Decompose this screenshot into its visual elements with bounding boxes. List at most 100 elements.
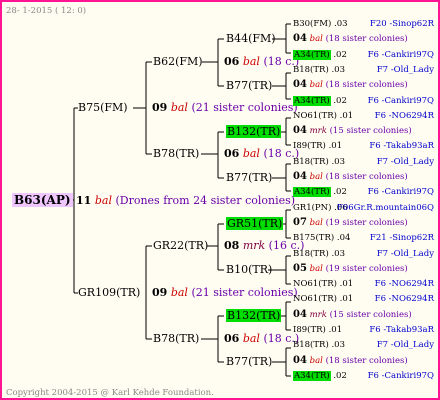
ancestor-id: I89(TR) bbox=[293, 141, 326, 152]
colony-note: (18 sister colonies) bbox=[325, 355, 408, 366]
parent-mark: bal bbox=[170, 286, 188, 299]
ancestor-location: F6 -Takab93aR bbox=[369, 141, 434, 152]
colony-info: 04 mrk (15 sister colonies) bbox=[293, 125, 412, 137]
colony-mark: bal bbox=[309, 172, 323, 182]
ancestor-node: NO61(TR) .01 F6 -NO6294R bbox=[293, 110, 434, 122]
colony-info: 04 bal (18 sister colonies) bbox=[293, 33, 408, 45]
ancestor-year: .02 bbox=[333, 187, 347, 198]
ggp-id: B44(FM) bbox=[226, 32, 276, 45]
parent-note: (21 sister colonies) bbox=[191, 101, 298, 114]
ancestor-location: F6 -NO6294R bbox=[374, 110, 434, 121]
ancestor-id: NO61(TR) bbox=[293, 294, 337, 305]
grandparent-node: B78(TR) bbox=[153, 148, 199, 160]
ggp-id: B10(TR) bbox=[226, 263, 273, 276]
ancestor-year: .03 bbox=[331, 340, 345, 351]
grandparent-mark: bal bbox=[242, 55, 260, 68]
ancestor-node: A34(TR) .02 F6 -Cankiri97Q bbox=[293, 95, 434, 107]
colony-note: (15 sister colonies) bbox=[329, 309, 412, 320]
ancestor-id: GR1(PN) bbox=[293, 202, 332, 213]
ggp-node: B10(TR) bbox=[226, 264, 272, 276]
ancestor-node: B18(TR) .03 F7 -Old_Lady bbox=[293, 339, 434, 351]
colony-year: 04 bbox=[293, 308, 307, 320]
ancestor-node: B175(TR) .04 F21 -Sinop62R bbox=[293, 232, 434, 244]
grandparent-year: 06 bbox=[224, 55, 240, 68]
ancestor-node: A34(TR) .02 F6 -Cankiri97Q bbox=[293, 49, 434, 61]
parent-year: 09 bbox=[152, 286, 168, 299]
ancestor-location: F6 -Takab93aR bbox=[369, 325, 434, 335]
parent-mark: bal bbox=[170, 101, 188, 114]
ancestor-node: NO61(TR) .01 F6 -NO6294R bbox=[293, 293, 434, 305]
grandparent-info: 06 bal (18 c.) bbox=[224, 56, 299, 68]
ancestor-id: I89(TR) bbox=[293, 325, 326, 335]
ggp-id: B132(TR) bbox=[226, 125, 282, 138]
grandparent-year: 06 bbox=[224, 332, 240, 345]
colony-mark: bal bbox=[309, 355, 323, 366]
colony-year: 05 bbox=[293, 262, 307, 274]
grandparent-id: B78(TR) bbox=[153, 332, 200, 345]
ancestor-location: F21 -Sinop62R bbox=[369, 233, 434, 244]
ggp-id: B77(TR) bbox=[226, 171, 273, 184]
ancestor-year: .01 bbox=[328, 325, 343, 335]
ancestor-location: F6 -Cankiri97Q bbox=[367, 370, 434, 381]
ancestor-node: I89(TR) .01 F6 -Takab93aR bbox=[293, 324, 434, 336]
ancestor-year: .03 bbox=[334, 19, 348, 29]
ancestor-location: F06Gr.R.mountain06Q bbox=[336, 202, 434, 213]
ancestor-year: .01 bbox=[328, 141, 343, 152]
ancestor-year: .03 bbox=[331, 64, 345, 75]
ancestor-id: B175(TR) bbox=[293, 233, 335, 244]
ancestor-id: A34(TR) bbox=[293, 95, 331, 106]
ancestor-id: NO61(TR) bbox=[293, 279, 337, 290]
grandparent-year: 08 bbox=[224, 239, 240, 252]
grandparent-mark: mrk bbox=[242, 239, 266, 252]
colony-mark: mrk bbox=[309, 309, 327, 320]
grandparent-node: B62(FM) bbox=[153, 56, 203, 68]
ancestor-node: NO61(TR) .01 F6 -NO6294R bbox=[293, 278, 434, 290]
root-year: 11 bbox=[76, 194, 92, 207]
colony-year: 04 bbox=[293, 79, 307, 91]
root-node: B63(AP) 11 bal (Drones from 24 sister co… bbox=[12, 193, 295, 207]
ancestor-id: B30(FM) bbox=[293, 19, 332, 29]
ancestor-year: .01 bbox=[339, 279, 354, 290]
ancestor-node: GR1(PN) .06 F06Gr.R.mountain06Q bbox=[293, 202, 434, 214]
colony-info: 05 bal (19 sister colonies) bbox=[293, 263, 408, 275]
colony-info: 04 bal (18 sister colonies) bbox=[293, 355, 408, 367]
grandparent-node: B78(TR) bbox=[153, 333, 199, 345]
ggp-node: B77(TR) bbox=[226, 80, 272, 92]
grandparent-year: 06 bbox=[224, 147, 240, 160]
colony-note: (19 sister colonies) bbox=[325, 217, 408, 228]
ancestor-location: F7 -Old_Lady bbox=[376, 248, 434, 259]
ancestor-node: A34(TR) .02 F6 -Cankiri97Q bbox=[293, 186, 434, 198]
ancestor-location: F20 -Sinop62R bbox=[369, 19, 434, 29]
ancestor-location: F6 -Cankiri97Q bbox=[367, 49, 434, 60]
ancestor-year: .02 bbox=[333, 95, 347, 106]
pedigree-frame: B63(AP) 11 bal (Drones from 24 sister co… bbox=[0, 0, 440, 400]
parent-node: B75(FM) bbox=[78, 102, 128, 114]
ancestor-location: F6 -NO6294R bbox=[374, 294, 434, 305]
parent-note: (21 sister colonies) bbox=[191, 286, 298, 299]
colony-note: (18 sister colonies) bbox=[325, 80, 408, 91]
ancestor-year: .01 bbox=[339, 294, 354, 305]
grandparent-mark: bal bbox=[242, 147, 260, 160]
ancestor-location: F7 -Old_Lady bbox=[376, 340, 434, 351]
ancestor-year: .02 bbox=[333, 49, 347, 60]
grandparent-id: GR22(TR) bbox=[153, 239, 209, 252]
ancestor-id: B18(TR) bbox=[293, 248, 329, 259]
ggp-id: B77(TR) bbox=[226, 79, 273, 92]
ancestor-location: F7 -Old_Lady bbox=[376, 64, 434, 75]
ggp-node: B77(TR) bbox=[226, 356, 272, 368]
grandparent-node: GR22(TR) bbox=[153, 240, 208, 252]
parent-info: 09 bal (21 sister colonies) bbox=[152, 102, 298, 114]
ancestor-location: F7 -Old_Lady bbox=[376, 156, 434, 167]
ancestor-year: .04 bbox=[336, 233, 351, 244]
grandparent-id: B78(TR) bbox=[153, 147, 200, 160]
ancestor-id: B18(TR) bbox=[293, 340, 329, 351]
generated-date: 28- 1-2015 ( 12: 0) bbox=[6, 6, 87, 16]
root-mark: bal bbox=[94, 194, 112, 207]
root-id: B63(AP) bbox=[12, 193, 73, 207]
grandparent-info: 06 bal (18 c.) bbox=[224, 148, 299, 160]
ancestor-node: B18(TR) .03 F7 -Old_Lady bbox=[293, 64, 434, 76]
colony-info: 04 bal (18 sister colonies) bbox=[293, 79, 408, 91]
ancestor-location: F6 -Cankiri97Q bbox=[367, 95, 434, 106]
colony-year: 04 bbox=[293, 171, 307, 182]
ancestor-id: B18(TR) bbox=[293, 156, 329, 167]
